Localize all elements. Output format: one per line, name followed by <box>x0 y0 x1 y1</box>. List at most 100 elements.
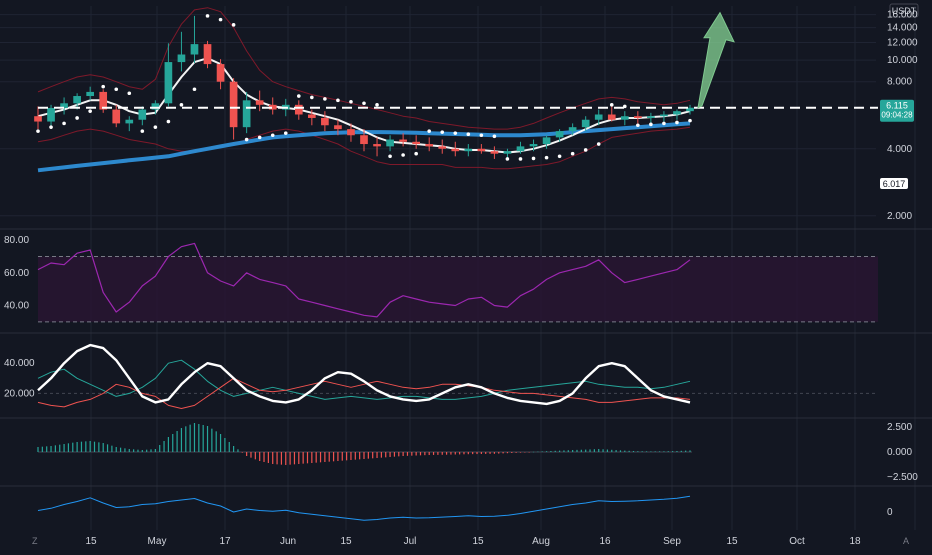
candle-body <box>464 148 473 152</box>
candle-body <box>47 107 55 122</box>
macd-histogram-bar <box>615 450 617 452</box>
time-axis-label: Aug <box>532 536 550 547</box>
psar-dot <box>336 98 340 103</box>
macd-histogram-bar <box>593 449 595 452</box>
psar-dot <box>636 123 640 128</box>
candle-body <box>73 96 81 104</box>
rsi-axis-tick: 60.00 <box>4 268 29 279</box>
candle-body <box>477 148 486 152</box>
prev-close-badge: 6.017 <box>880 178 908 189</box>
price-axis-tick: 10.000 <box>887 55 918 66</box>
psar-dot <box>166 119 171 124</box>
macd-histogram-bar <box>89 441 91 452</box>
macd-histogram-bar <box>359 452 361 460</box>
macd-histogram-bar <box>406 452 409 456</box>
prev-close-value: 6.017 <box>883 179 906 189</box>
macd-histogram-bar <box>172 434 174 452</box>
macd-histogram-bar <box>267 452 269 463</box>
psar-dot <box>401 153 405 157</box>
macd-histogram-bar <box>176 431 178 452</box>
macd-histogram-bar <box>598 449 600 452</box>
psar-dot <box>453 131 458 135</box>
macd-histogram-bar <box>432 452 435 455</box>
candle-body <box>294 104 303 115</box>
macd-histogram-bar <box>237 449 239 452</box>
candle-body <box>164 62 173 104</box>
macd-histogram-bar <box>372 452 374 459</box>
macd-histogram-bar <box>402 452 404 456</box>
macd-histogram-bar <box>493 452 495 454</box>
adx-axis-tick: 40.000 <box>4 358 35 369</box>
time-axis-label: May <box>148 536 167 547</box>
macd-histogram-bar <box>54 445 56 452</box>
psar-dot <box>362 101 366 106</box>
macd-histogram-bar <box>289 452 291 465</box>
macd-histogram-bar <box>202 425 204 452</box>
candle-body <box>425 144 434 147</box>
macd-histogram-bar <box>272 452 274 464</box>
psar-dot <box>675 120 679 125</box>
price-axis-tick: 4.000 <box>887 144 912 155</box>
psar-dot <box>270 133 275 138</box>
macd-histogram-bar <box>206 426 209 452</box>
macd-histogram-bar <box>37 447 39 452</box>
candle-body <box>112 109 121 124</box>
macd-histogram-bar <box>363 452 365 459</box>
psar-dot <box>662 121 666 126</box>
macd-histogram-bar <box>189 424 191 452</box>
psar-dot <box>310 95 314 100</box>
psar-dot <box>518 157 523 161</box>
candle-body <box>542 137 551 145</box>
macd-histogram-bar <box>680 450 682 452</box>
macd-histogram-bar <box>532 451 535 453</box>
macd-histogram-bar <box>498 452 500 454</box>
macd-histogram-bar <box>328 452 330 462</box>
psar-dot <box>427 129 432 133</box>
corner-right-label[interactable]: A <box>903 536 909 546</box>
candle-body <box>125 119 134 124</box>
candle-body <box>360 135 368 145</box>
macd-axis-tick: 2.500 <box>887 422 912 433</box>
candle-body <box>373 144 381 147</box>
macd-histogram-bar <box>567 450 569 452</box>
candle-body <box>138 109 147 120</box>
macd-histogram-bar <box>115 447 117 452</box>
candle-body <box>308 114 316 118</box>
psar-dot <box>36 129 40 133</box>
macd-histogram-bar <box>324 452 326 462</box>
macd-histogram-bar <box>437 452 439 455</box>
macd-histogram-bar <box>302 452 304 464</box>
psar-dot <box>609 103 614 107</box>
macd-histogram-bar <box>319 452 322 463</box>
macd-histogram-bar <box>511 452 513 453</box>
macd-histogram-bar <box>180 428 183 452</box>
psar-dot <box>257 135 262 140</box>
macd-histogram-bar <box>424 452 426 456</box>
candle-body <box>334 125 342 130</box>
corner-left-label[interactable]: Z <box>32 536 38 546</box>
macd-histogram-bar <box>624 450 626 452</box>
psar-dot <box>583 148 588 152</box>
macd-histogram-bar <box>685 450 687 452</box>
psar-dot <box>127 91 132 96</box>
macd-axis-tick: 0.000 <box>887 447 912 458</box>
chart-root[interactable]: USDT 16.000 14.000 12.000 10.000 8.000 4.000 2… <box>0 0 932 550</box>
time-axis-label: Oct <box>789 536 805 547</box>
rsi-band-fill <box>38 256 878 322</box>
macd-histogram-bar <box>572 450 574 452</box>
obv-axis-tick: 0 <box>887 507 893 518</box>
psar-dot <box>375 103 379 107</box>
candle-body <box>529 144 538 147</box>
candle-body <box>581 119 590 128</box>
macd-histogram-bar <box>346 452 348 461</box>
macd-histogram-bar <box>541 451 543 452</box>
macd-histogram-bar <box>528 452 530 453</box>
macd-histogram-bar <box>637 451 639 452</box>
bar-countdown: 09:04:28 <box>881 111 913 120</box>
macd-histogram-bar <box>246 452 248 456</box>
psar-dot <box>75 116 79 120</box>
multi-pane-chart[interactable]: USDT 16.00014.00012.00010.0008.0004.0002… <box>0 0 932 550</box>
psar-dot <box>544 155 549 160</box>
macd-histogram-bar <box>502 452 504 454</box>
macd-histogram-bar <box>250 452 252 458</box>
